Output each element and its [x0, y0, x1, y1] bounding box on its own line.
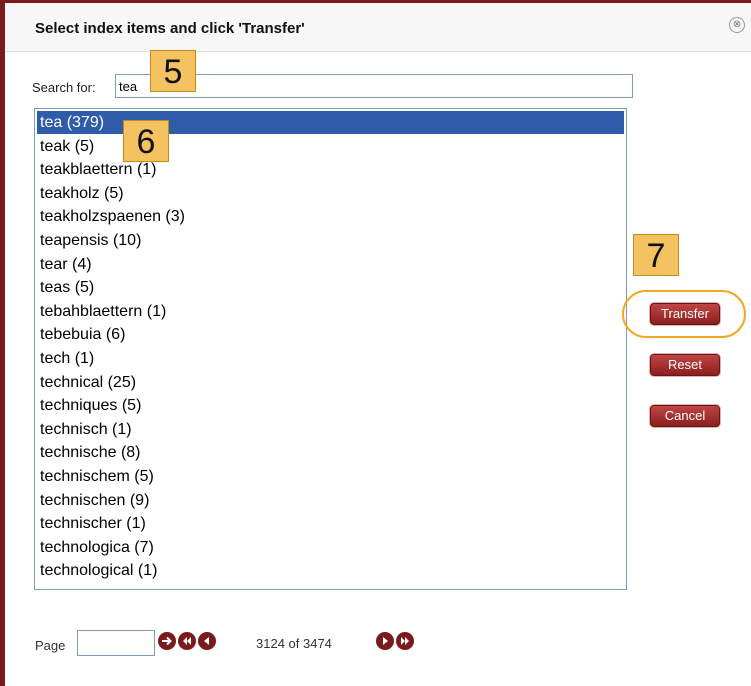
list-item[interactable]: technische (8) [37, 441, 624, 464]
step-6-badge: 6 [123, 120, 169, 162]
list-item[interactable]: technical (25) [37, 371, 624, 394]
dialog-titlebar: Select index items and click 'Transfer' … [5, 3, 751, 52]
list-item[interactable]: teakholz (5) [37, 182, 624, 205]
prev-page-icon[interactable] [198, 632, 216, 650]
page-count: 3124 of 3474 [256, 636, 332, 651]
close-icon[interactable]: ⊗ [729, 17, 745, 33]
last-page-icon[interactable] [396, 632, 414, 650]
step-7-badge: 7 [633, 234, 679, 276]
index-listbox[interactable]: tea (379) teak (5) teakblaettern (1) teakho… [34, 108, 627, 590]
list-item[interactable]: tebebuia (6) [37, 323, 624, 346]
list-item[interactable]: teakholzspaenen (3) [37, 205, 624, 228]
list-item[interactable]: technischem (5) [37, 465, 624, 488]
list-item[interactable]: tebahblaettern (1) [37, 300, 624, 323]
list-item[interactable]: technologica (7) [37, 536, 624, 559]
page-number-input[interactable] [77, 630, 155, 656]
cancel-button[interactable]: Cancel [650, 405, 720, 427]
transfer-button[interactable]: Transfer [650, 303, 720, 325]
list-item[interactable]: tech (1) [37, 347, 624, 370]
step-5-badge: 5 [150, 50, 196, 92]
page-label: Page [35, 638, 66, 653]
list-item[interactable]: teas (5) [37, 276, 624, 299]
list-item[interactable]: technisch (1) [37, 418, 624, 441]
go-arrow-icon[interactable] [158, 632, 176, 650]
first-page-icon[interactable] [178, 632, 196, 650]
list-item[interactable]: technischer (1) [37, 512, 624, 535]
next-page-icon[interactable] [376, 632, 394, 650]
dialog-title: Select index items and click 'Transfer' [35, 20, 305, 37]
list-item[interactable]: techniques (5) [37, 394, 624, 417]
list-item[interactable]: tear (4) [37, 253, 624, 276]
list-item[interactable]: teapensis (10) [37, 229, 624, 252]
list-item[interactable]: technischen (9) [37, 489, 624, 512]
reset-button[interactable]: Reset [650, 354, 720, 376]
search-label: Search for: [32, 80, 96, 95]
list-item[interactable]: technological (1) [37, 559, 624, 582]
